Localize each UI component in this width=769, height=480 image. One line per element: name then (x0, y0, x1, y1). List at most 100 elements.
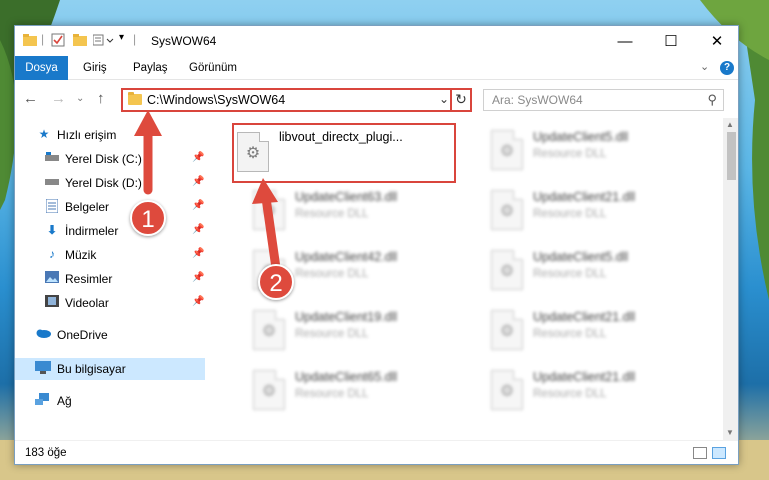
scroll-up-icon[interactable]: ▲ (726, 120, 734, 129)
list-item[interactable]: ⚙ UpdateClient19.dll Resource DLL (233, 306, 453, 356)
customize-toolbar-icon[interactable] (92, 33, 115, 49)
gear-icon: ⚙ (499, 263, 515, 280)
sidebar-item-label: Müzik (65, 248, 97, 262)
sidebar-item-documents[interactable]: Belgeler 📌 (15, 196, 205, 218)
dll-file-icon: ⚙ (491, 190, 523, 230)
file-highlight-box (232, 123, 456, 183)
back-icon[interactable]: ← (23, 90, 38, 107)
forward-icon[interactable]: → (51, 90, 66, 107)
pin-icon[interactable]: 📌 (192, 248, 204, 259)
sidebar-item-network[interactable]: Ağ (15, 390, 205, 412)
drive-icon (45, 175, 59, 189)
explorer-window: | ▾ | SysWOW64 — ☐ ✕ Dosya Giriş Paylaş … (14, 25, 739, 465)
cloud-icon (35, 327, 51, 341)
pin-icon[interactable]: 📌 (192, 272, 204, 283)
file-type: Resource DLL (295, 328, 369, 340)
file-type: Resource DLL (295, 268, 369, 280)
scrollbar-thumb[interactable] (727, 132, 736, 180)
separator-icon: | (41, 32, 45, 46)
file-type: Resource DLL (533, 268, 607, 280)
sidebar-item-videos[interactable]: Videolar 📌 (15, 292, 205, 314)
window-title: SysWOW64 (151, 34, 217, 48)
sidebar-item-downloads[interactable]: ⬇ İndirmeler 📌 (15, 220, 205, 242)
status-bar: 183 öğe (15, 440, 738, 464)
sidebar-item-this-pc[interactable]: Bu bilgisayar (15, 358, 205, 380)
sidebar-item-disk-d[interactable]: Yerel Disk (D:) 📌 (15, 172, 205, 194)
file-name: UpdateClient21.dll (533, 310, 636, 324)
scroll-down-icon[interactable]: ▼ (726, 428, 734, 437)
file-type: Resource DLL (533, 388, 607, 400)
tab-giris[interactable]: Giriş (73, 56, 117, 80)
pin-icon[interactable]: 📌 (192, 176, 204, 187)
list-item[interactable]: ⚙ UpdateClient65.dll Resource DLL (233, 366, 453, 416)
new-folder-icon[interactable] (73, 33, 87, 49)
list-item[interactable]: ⚙ UpdateClient63.dll Resource DLL (233, 186, 453, 236)
minimize-button[interactable]: — (602, 26, 648, 56)
recent-locations-icon[interactable]: ⌄ (76, 93, 84, 104)
sidebar-item-music[interactable]: ♪ Müzik 📌 (15, 244, 205, 266)
tab-gorunum[interactable]: Görünüm (179, 56, 247, 80)
address-text: C:\Windows\SysWOW64 (147, 93, 286, 107)
list-item[interactable]: ⚙ UpdateClient5.dll Resource DLL (471, 126, 691, 176)
close-icon: ✕ (710, 33, 724, 50)
maximize-button[interactable]: ☐ (648, 26, 694, 56)
properties-icon[interactable] (51, 33, 65, 49)
up-icon[interactable]: ↑ (97, 90, 105, 107)
file-name: UpdateClient65.dll (295, 370, 398, 384)
dll-file-icon: ⚙ (253, 370, 285, 410)
download-icon: ⬇ (46, 223, 58, 237)
list-item[interactable]: ⚙ UpdateClient21.dll Resource DLL (471, 306, 691, 356)
details-view-icon[interactable] (693, 447, 707, 459)
chevron-down-icon[interactable]: ⌄ (439, 92, 449, 106)
file-type: Resource DLL (533, 328, 607, 340)
help-icon[interactable]: ? (720, 61, 734, 75)
large-icons-view-icon[interactable] (712, 447, 726, 459)
sidebar-item-label: Ağ (57, 394, 72, 408)
search-placeholder: Ara: SysWOW64 (492, 93, 583, 107)
sidebar-item-disk-c[interactable]: Yerel Disk (C:) 📌 (15, 148, 205, 170)
sidebar-item-label: Belgeler (65, 200, 110, 214)
search-input[interactable]: Ara: SysWOW64 ⚲ (483, 89, 724, 111)
folder-icon (128, 92, 142, 105)
dll-file-icon: ⚙ (491, 310, 523, 350)
file-type: Resource DLL (295, 388, 369, 400)
sidebar-item-pictures[interactable]: Resimler 📌 (15, 268, 205, 290)
sidebar-item-quick-access[interactable]: ★ Hızlı erişim (15, 124, 205, 146)
address-bar[interactable]: C:\Windows\SysWOW64 ⌄ (121, 88, 470, 112)
list-item[interactable]: ⚙ UpdateClient5.dll Resource DLL (471, 246, 691, 296)
music-icon: ♪ (49, 247, 55, 261)
folder-icon[interactable] (23, 33, 37, 49)
title-bar: | ▾ | SysWOW64 — ☐ ✕ (15, 26, 738, 56)
dropdown-icon[interactable]: ▾ (119, 32, 124, 48)
sidebar-item-label: Yerel Disk (D:) (65, 176, 142, 190)
pin-icon[interactable]: 📌 (192, 224, 204, 235)
dll-file-icon: ⚙ (253, 310, 285, 350)
search-icon: ⚲ (707, 92, 717, 107)
sidebar-item-label: Yerel Disk (C:) (65, 152, 142, 166)
sidebar-item-label: OneDrive (57, 328, 108, 342)
navigation-bar: ← → ⌄ ↑ C:\Windows\SysWOW64 ⌄ ↻ Ara: Sys… (15, 80, 738, 118)
expand-ribbon-icon[interactable]: ⌄ (700, 60, 709, 73)
dll-file-icon: ⚙ (491, 250, 523, 290)
pin-icon[interactable]: 📌 (192, 200, 204, 211)
refresh-button[interactable]: ↻ (450, 88, 472, 112)
computer-icon (35, 361, 51, 375)
tab-dosya[interactable]: Dosya (15, 56, 68, 80)
ribbon-tabs: Dosya Giriş Paylaş Görünüm ⌄ ? (15, 56, 738, 80)
step-callout: 2 (258, 264, 294, 300)
dll-file-icon: ⚙ (491, 370, 523, 410)
gear-icon: ⚙ (261, 203, 277, 220)
file-name: UpdateClient21.dll (533, 370, 636, 384)
close-button[interactable]: ✕ (694, 26, 738, 56)
separator-icon: | (133, 32, 137, 46)
file-type: Resource DLL (533, 148, 607, 160)
vertical-scrollbar[interactable]: ▲ ▼ (723, 118, 738, 440)
sidebar-item-onedrive[interactable]: OneDrive (15, 324, 205, 346)
file-name: UpdateClient21.dll (533, 190, 636, 204)
pin-icon[interactable]: 📌 (192, 296, 204, 307)
tab-paylas[interactable]: Paylaş (123, 56, 178, 80)
list-item[interactable]: ⚙ UpdateClient21.dll Resource DLL (471, 366, 691, 416)
list-item[interactable]: ⚙ UpdateClient21.dll Resource DLL (471, 186, 691, 236)
file-name: UpdateClient42.dll (295, 250, 398, 264)
pin-icon[interactable]: 📌 (192, 152, 204, 163)
